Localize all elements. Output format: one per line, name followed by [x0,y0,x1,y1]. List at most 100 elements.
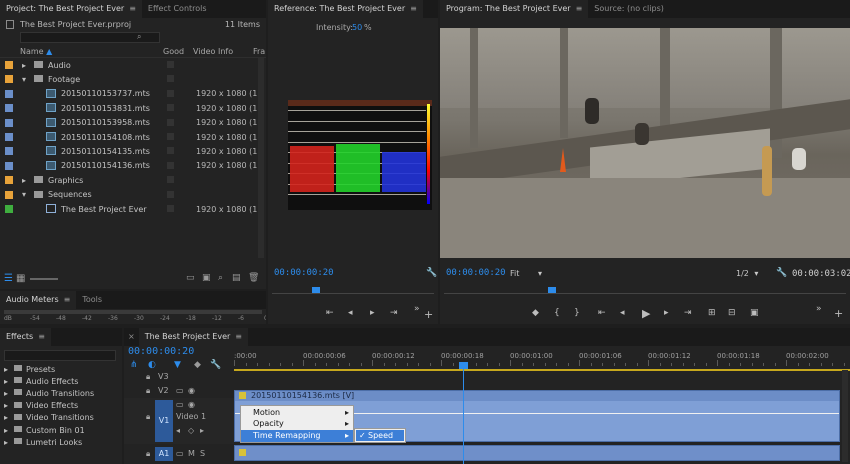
panel-menu-icon[interactable]: ≡ [129,4,136,13]
program-timecode[interactable]: 00:00:00:20 [446,268,506,278]
tab-source[interactable]: Source: (no clips) [588,0,670,18]
more-icon[interactable]: » [816,304,822,314]
track-target-v2[interactable]: V2 [158,386,169,395]
column-video-info[interactable]: Video Info [193,47,233,56]
time-ruler[interactable]: :00:00 00:00:00:06 00:00:00:12 00:00:00:18 0… [234,350,850,368]
good-checkbox[interactable] [167,75,174,83]
list-item[interactable]: 20150110153831.mts 1920 x 1080 (1. [0,101,266,115]
good-checkbox[interactable] [167,89,174,97]
wrench-icon[interactable]: 🔧 [776,268,787,278]
chevron-right-icon[interactable]: ▸ [4,413,8,422]
label-color-swatch[interactable] [5,104,13,113]
list-item[interactable]: 20150110154135.mts 1920 x 1080 (1. [0,144,266,158]
label-color-swatch[interactable] [5,61,13,69]
prev-frame-icon[interactable]: ◂ [348,308,353,318]
new-item-icon[interactable]: ▣ [202,273,211,283]
playhead-marker[interactable] [548,287,556,293]
timeline-clip-a1[interactable] [234,445,840,461]
label-color-swatch[interactable] [5,161,13,170]
new-bin-icon[interactable]: ▭ [186,273,195,283]
playhead-handle[interactable] [459,362,468,369]
tab-timeline[interactable]: The Best Project Ever ≡ [138,328,248,346]
chevron-right-icon[interactable]: ▸ [4,401,8,410]
timeline-scrollbar[interactable] [842,370,848,462]
panel-menu-icon[interactable]: ≡ [38,332,45,341]
wrench-icon[interactable]: 🔧 [210,360,221,370]
chevron-right-icon[interactable]: ▸ [4,365,8,374]
menu-item-motion[interactable]: Motion ▸ [241,407,353,418]
eye-icon[interactable]: ◉ [188,386,195,395]
chevron-right-icon[interactable]: ▸ [4,438,8,447]
chevron-right-icon[interactable]: ▸ [22,61,26,70]
chevron-right-icon[interactable]: ▸ [4,377,8,386]
fit-dropdown[interactable]: Fit ▾ [510,269,546,278]
linked-select-icon[interactable]: ◐ [148,360,156,370]
work-area-bar[interactable] [234,369,850,371]
menu-item-speed[interactable]: ✓ Speed [356,430,404,441]
film-icon[interactable]: ▭ [176,400,184,409]
good-checkbox[interactable] [167,161,174,169]
step-back-icon[interactable]: ⇤ [326,308,334,318]
go-to-out-icon[interactable]: ⇥ [684,308,692,318]
lock-icon[interactable]: 🔒︎ [146,386,150,396]
label-color-swatch[interactable] [5,75,13,84]
lock-icon[interactable]: 🔒︎ [146,449,150,459]
panel-menu-icon[interactable]: ≡ [410,4,417,13]
find-icon[interactable]: ⌕ [218,273,223,283]
tab-program[interactable]: Program: The Best Project Ever ≡ [440,0,589,18]
column-frame[interactable]: Fra [253,47,265,56]
folder-icon[interactable]: ▤ [232,273,241,283]
keyframe-prev-icon[interactable]: ◂ [176,426,180,435]
list-item[interactable]: 20150110154136.mts 1920 x 1080 (1. [0,159,266,173]
timeline-playhead[interactable] [463,362,464,464]
icon-view-icon[interactable]: ▦ [16,273,25,284]
label-color-swatch[interactable] [5,118,13,127]
keyframe-next-icon[interactable]: ▸ [200,426,204,435]
snap-icon[interactable]: ⋔ [130,360,138,370]
list-item[interactable]: ▸ Graphics [0,173,266,187]
list-item[interactable]: The Best Project Ever 1920 x 1080 (1. [0,202,266,216]
intensity-value[interactable]: 50 [352,23,362,32]
source-patch-v1[interactable] [128,400,146,442]
more-icon[interactable]: » [414,304,420,314]
timeline-settings-icon[interactable]: ◆ [194,360,201,370]
list-item[interactable]: ▾ Footage [0,72,266,86]
search-icon[interactable]: ⌕ [137,32,141,42]
mute-button[interactable]: M [188,449,195,458]
chevron-right-icon[interactable]: ▸ [4,426,8,435]
play-icon[interactable]: ▶ [642,307,650,320]
tab-effects[interactable]: Effects ≡ [0,328,51,346]
menu-item-opacity[interactable]: Opacity ▸ [241,418,353,429]
label-color-swatch[interactable] [5,190,13,199]
list-item[interactable]: ▸ Audio [0,58,266,72]
good-checkbox[interactable] [167,133,174,140]
step-back-icon[interactable]: ◂ [620,308,625,318]
go-to-in-icon[interactable]: ⇤ [598,308,606,318]
column-good[interactable]: Good [163,47,184,56]
add-icon[interactable]: + [834,307,843,320]
good-checkbox[interactable] [167,104,174,112]
good-checkbox[interactable] [167,205,174,212]
column-name[interactable]: Name ▲ [20,47,52,56]
good-checkbox[interactable] [167,61,174,68]
step-forward-icon[interactable]: ⇥ [390,308,398,318]
extract-icon[interactable]: ⊟ [728,308,736,318]
lift-icon[interactable]: ⊞ [708,308,716,318]
eye-icon[interactable]: ◉ [188,400,195,409]
list-item[interactable]: 20150110154108.mts 1920 x 1080 (1. [0,130,266,144]
solo-button[interactable]: S [200,449,205,458]
tab-audio-meters[interactable]: Audio Meters ≡ [0,291,77,309]
lock-icon[interactable]: 🔒︎ [146,412,150,422]
program-scrubber[interactable] [444,284,846,294]
menu-item-time-remapping[interactable]: Time Remapping ▸ [241,430,353,442]
add-marker-icon[interactable]: ▼ [174,360,181,370]
camera-icon[interactable]: ▣ [750,308,759,318]
chevron-right-icon[interactable]: ▸ [4,389,8,398]
timeline-close-icon[interactable]: × [124,328,139,346]
panel-menu-icon[interactable]: ≡ [235,332,242,341]
zoom-slider[interactable] [30,278,58,280]
mic-icon[interactable]: ▭ [176,449,184,458]
effects-search-input[interactable] [4,350,116,361]
reference-scrubber[interactable] [272,284,434,294]
label-color-swatch[interactable] [5,176,13,185]
